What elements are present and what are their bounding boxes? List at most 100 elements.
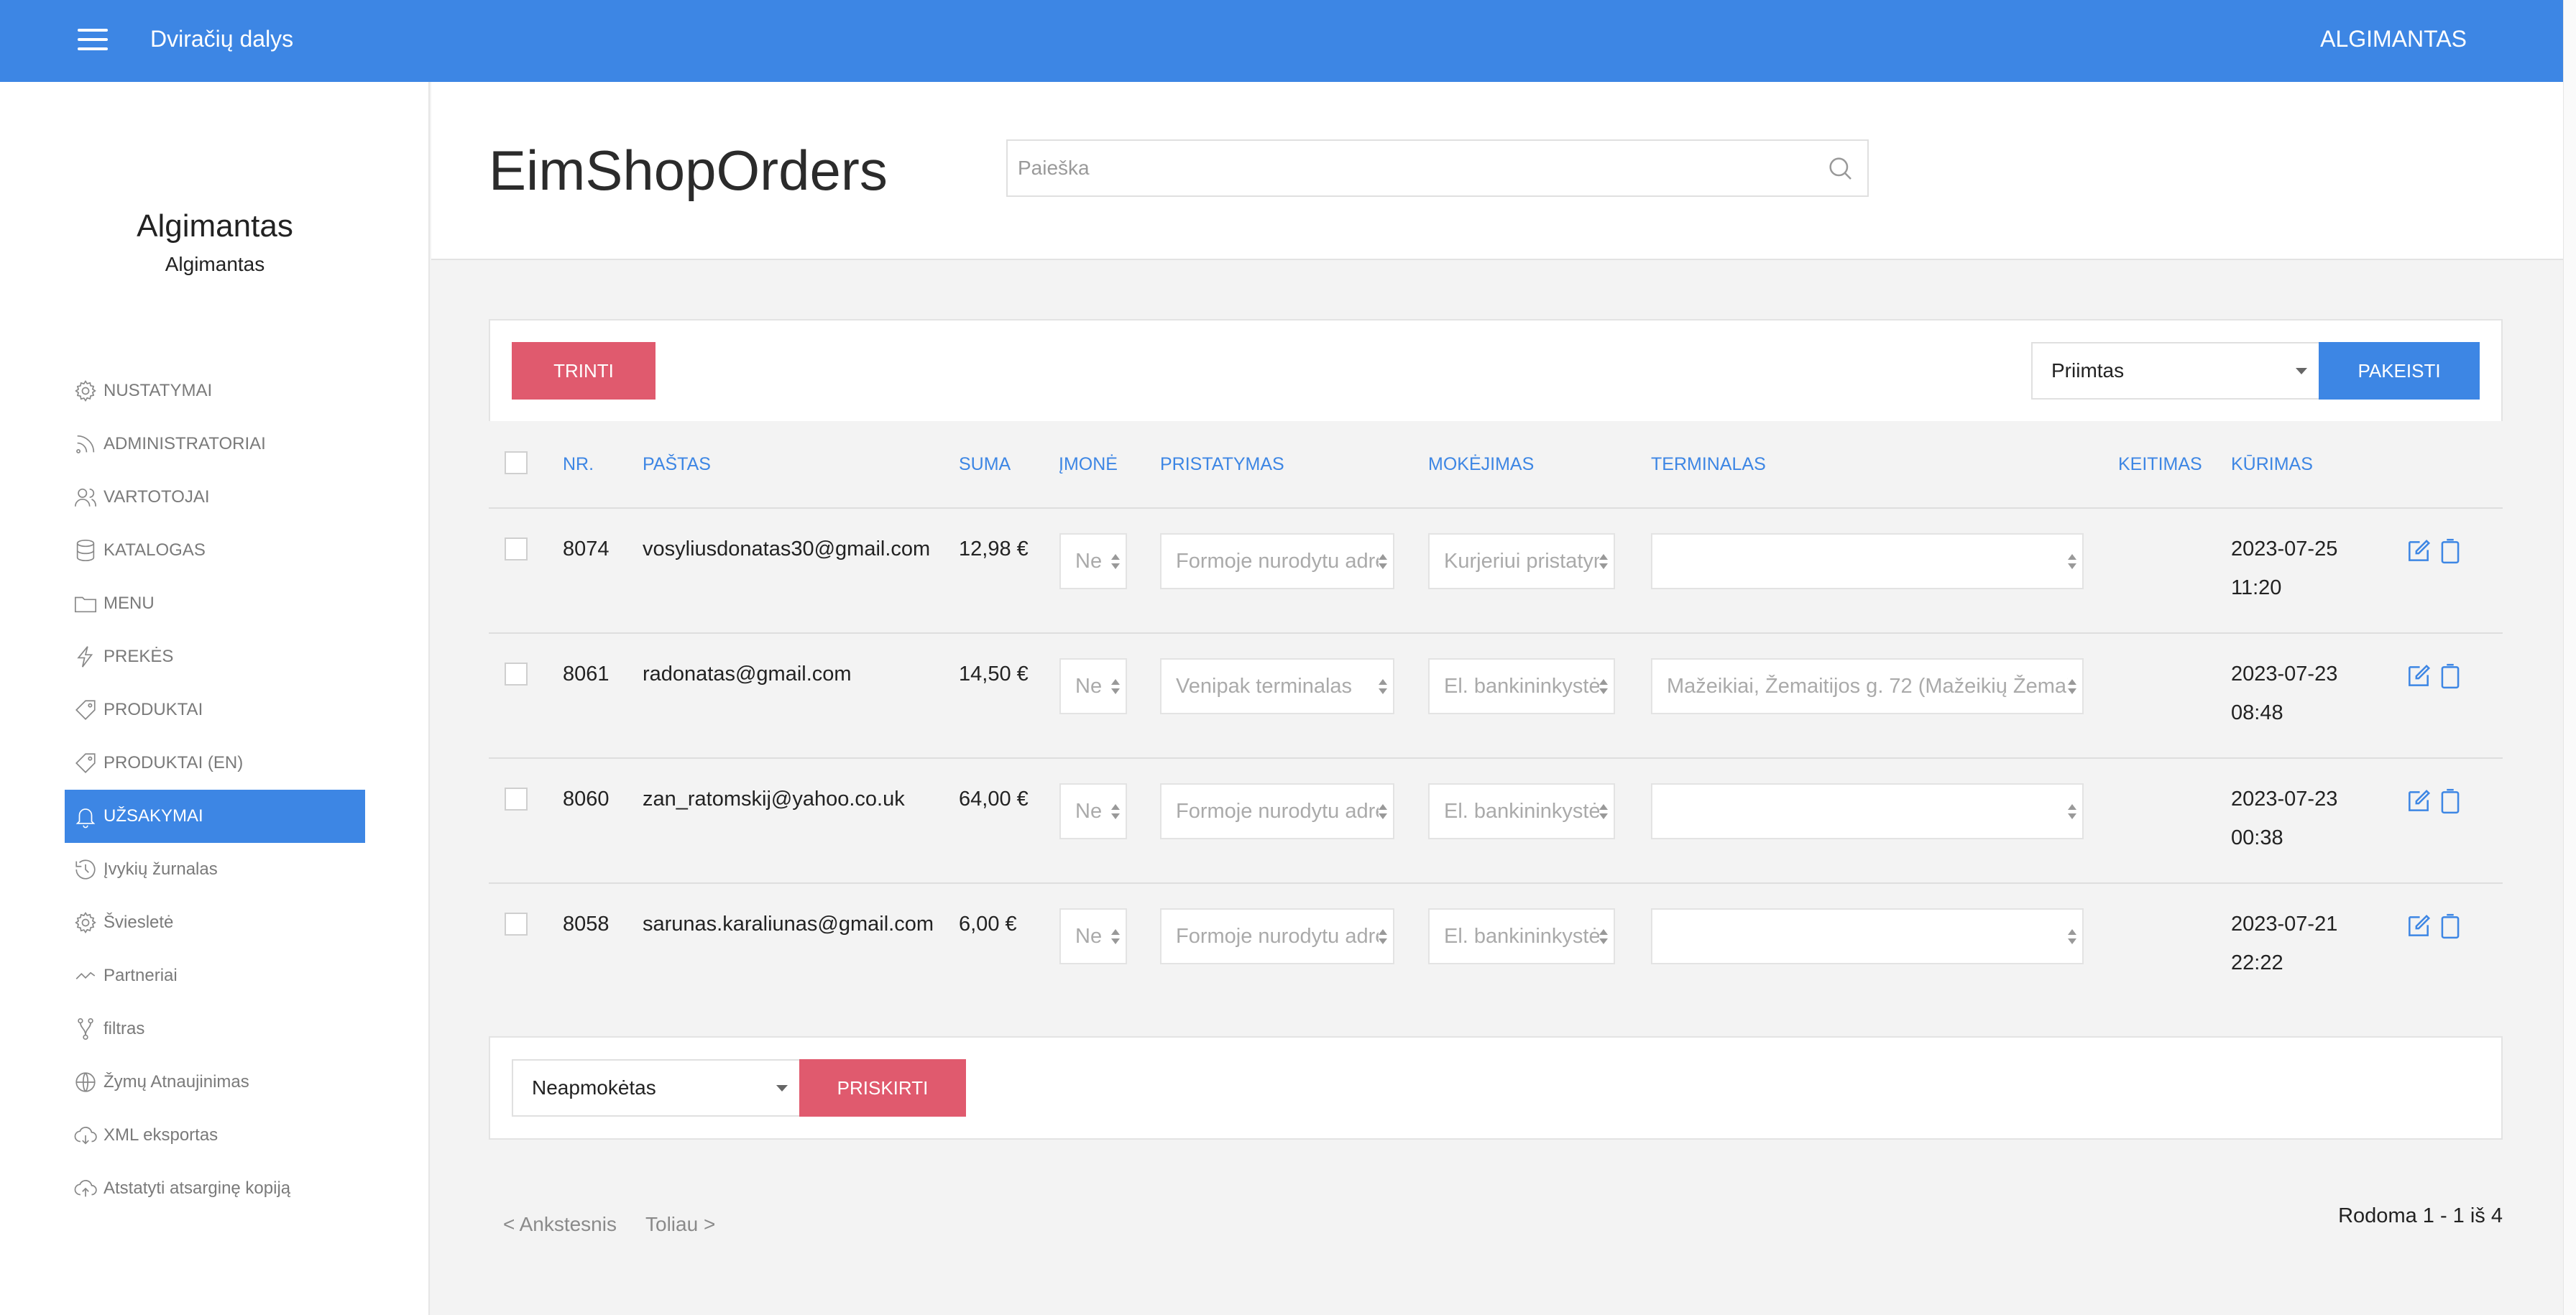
payment-value: El. bankininkystė [1444, 924, 1599, 948]
sidebar-item-label: XML eksportas [104, 1125, 218, 1145]
sort-arrows-icon [1379, 804, 1387, 821]
trash-icon[interactable] [2437, 911, 2464, 941]
payment-select[interactable]: El. bankininkystė [1428, 908, 1615, 964]
sidebar-item-partneriai[interactable]: Partneriai [65, 949, 365, 1002]
status-select-value: Priimtas [2051, 359, 2125, 382]
sort-arrows-icon [1599, 679, 1608, 696]
assign-button[interactable]: PRISKIRTI [799, 1059, 966, 1117]
terminal-select[interactable] [1651, 908, 2084, 964]
app-title[interactable]: Dviračių dalys [150, 26, 293, 52]
header-edited[interactable]: KEITIMAS [2118, 454, 2202, 475]
table-row: 8058 sarunas.karaliunas@gmail.com 6,00 €… [489, 884, 2503, 1009]
sidebar: Algimantas Algimantas NUSTATYMAI ADMINIS… [0, 82, 430, 1315]
table-row: 8061 radonatas@gmail.com 14,50 € Ne Veni… [489, 634, 2503, 759]
sidebar-item-label: PREKĖS [104, 647, 174, 666]
company-select[interactable]: Ne [1059, 908, 1127, 964]
row-checkbox[interactable] [505, 537, 528, 560]
sidebar-item-ivykiu-zurnalas[interactable]: Įvykių žurnalas [65, 843, 365, 896]
payment-status-select[interactable]: Neapmokėtas [512, 1059, 801, 1117]
trash-icon[interactable] [2437, 661, 2464, 691]
header-created[interactable]: KŪRIMAS [2231, 454, 2313, 475]
sidebar-item-prekes[interactable]: PREKĖS [65, 630, 365, 683]
order-nr[interactable]: 8058 [563, 913, 610, 936]
status-select[interactable]: Priimtas [2031, 342, 2320, 400]
terminal-select[interactable] [1651, 533, 2084, 589]
bell-icon [72, 803, 99, 830]
company-select[interactable]: Ne [1059, 533, 1127, 589]
sidebar-item-uzsakymai[interactable]: UŽSAKYMAI [65, 790, 365, 843]
change-status-button[interactable]: PAKEISTI [2319, 342, 2480, 400]
sort-arrows-icon [1111, 804, 1120, 821]
sidebar-item-filtras[interactable]: filtras [65, 1002, 365, 1056]
order-nr[interactable]: 8074 [563, 537, 610, 561]
sort-arrows-icon [1379, 554, 1387, 571]
terminal-select[interactable]: Mažeikiai, Žemaitijos g. 72 (Mažeikių Že… [1651, 658, 2084, 714]
table-row: 8060 zan_ratomskij@yahoo.co.uk 64,00 € N… [489, 759, 2503, 884]
sort-arrows-icon [2068, 679, 2076, 696]
payment-select[interactable]: El. bankininkystė [1428, 783, 1615, 839]
payment-select[interactable]: El. bankininkystė [1428, 658, 1615, 714]
search-icon[interactable] [1826, 154, 1854, 183]
search-input[interactable] [1008, 141, 1806, 195]
delete-button[interactable]: TRINTI [512, 342, 656, 400]
trash-icon[interactable] [2437, 536, 2464, 566]
sidebar-item-xml-eksportas[interactable]: XML eksportas [65, 1109, 365, 1162]
sidebar-item-vartotojai[interactable]: VARTOTOJAI [65, 471, 365, 524]
header-sum[interactable]: SUMA [959, 454, 1011, 475]
row-checkbox[interactable] [505, 788, 528, 811]
order-nr[interactable]: 8060 [563, 788, 610, 811]
row-checkbox[interactable] [505, 913, 528, 936]
order-nr[interactable]: 8061 [563, 663, 610, 686]
order-email: zan_ratomskij@yahoo.co.uk [643, 788, 905, 811]
results-count: Rodoma 1 - 1 iš 4 [2338, 1204, 2503, 1227]
payment-select[interactable]: Kurjeriui pristatymo metu [1428, 533, 1615, 589]
header-nr[interactable]: NR. [563, 454, 594, 475]
sort-arrows-icon [2068, 804, 2076, 821]
edit-icon[interactable] [2405, 786, 2432, 816]
sidebar-item-katalogas[interactable]: KATALOGAS [65, 524, 365, 577]
sidebar-item-zymu-atnaujinimas[interactable]: Žymų Atnaujinimas [65, 1056, 365, 1109]
gear-icon [72, 377, 99, 405]
sidebar-item-atstatyti[interactable]: Atstatyti atsarginę kopiją [65, 1162, 365, 1215]
prev-page-link[interactable]: < Ankstesnis [503, 1213, 617, 1236]
delivery-select[interactable]: Formoje nurodytu adresu [1160, 783, 1394, 839]
sidebar-item-produktai-en[interactable]: PRODUKTAI (EN) [65, 737, 365, 790]
delivery-select[interactable]: Formoje nurodytu adresu [1160, 908, 1394, 964]
sort-arrows-icon [2068, 929, 2076, 946]
delivery-select[interactable]: Formoje nurodytu adresu [1160, 533, 1394, 589]
cloud-upload-icon [72, 1175, 99, 1202]
tag-icon [72, 696, 99, 724]
trash-icon[interactable] [2437, 786, 2464, 816]
sidebar-item-produktai[interactable]: PRODUKTAI [65, 683, 365, 737]
header-terminal[interactable]: TERMINALAS [1651, 454, 1766, 475]
user-menu[interactable]: ALGIMANTAS [2320, 26, 2467, 52]
sidebar-item-administratoriai[interactable]: ADMINISTRATORIAI [65, 417, 365, 471]
edit-icon[interactable] [2405, 536, 2432, 566]
header-email[interactable]: PAŠTAS [643, 454, 711, 475]
payment-status-value: Neapmokėtas [532, 1076, 656, 1099]
hamburger-menu-icon[interactable] [78, 27, 109, 52]
select-all-checkbox[interactable] [505, 451, 528, 474]
edit-icon[interactable] [2405, 911, 2432, 941]
sidebar-item-label: Atstatyti atsarginę kopiją [104, 1178, 291, 1198]
users-icon [72, 484, 99, 511]
sidebar-item-menu[interactable]: MENU [65, 577, 365, 630]
fork-icon [72, 1015, 99, 1043]
delivery-select[interactable]: Venipak terminalas [1160, 658, 1394, 714]
vertical-scrollbar[interactable] [2563, 0, 2576, 1315]
header-company[interactable]: ĮMONĖ [1059, 454, 1118, 475]
sidebar-item-label: NUSTATYMAI [104, 381, 213, 400]
edit-icon[interactable] [2405, 661, 2432, 691]
header-delivery[interactable]: PRISTATYMAS [1160, 454, 1284, 475]
sort-arrows-icon [1599, 804, 1608, 821]
company-select[interactable]: Ne [1059, 783, 1127, 839]
header-payment[interactable]: MOKĖJIMAS [1428, 454, 1534, 475]
sidebar-item-svieslente[interactable]: Šviesletė [65, 896, 365, 949]
next-page-link[interactable]: Toliau > [645, 1213, 715, 1236]
sidebar-item-nustatymai[interactable]: NUSTATYMAI [65, 364, 365, 417]
row-checkbox[interactable] [505, 663, 528, 686]
profile-subtitle: Algimantas [165, 253, 265, 275]
created-time: 11:20 [2231, 576, 2282, 599]
terminal-select[interactable] [1651, 783, 2084, 839]
company-select[interactable]: Ne [1059, 658, 1127, 714]
